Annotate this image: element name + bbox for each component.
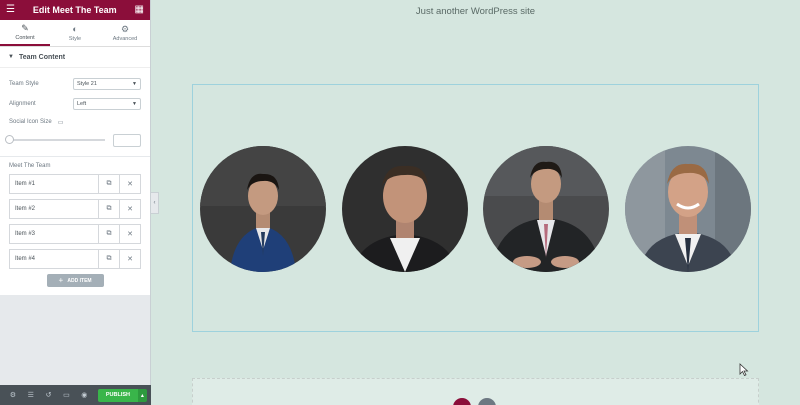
repeater-item-title[interactable]: Item #3 — [10, 225, 98, 243]
caret-up-icon: ▴ — [140, 392, 144, 399]
team-style-label: Team Style — [9, 81, 39, 87]
collapse-panel-button[interactable]: ‹ — [151, 192, 159, 214]
site-tagline: Just another WordPress site — [415, 6, 536, 17]
chevron-down-icon: ▼ — [132, 81, 137, 87]
plus-icon: ＋ — [58, 278, 64, 284]
settings-icon[interactable]: ⚙ — [4, 391, 22, 399]
history-icon[interactable]: ↺ — [40, 391, 58, 399]
duplicate-icon[interactable]: ⧉ — [98, 225, 119, 243]
team-controls: Team Style Style 21 ▼ Alignment Left ▼ S… — [0, 68, 150, 157]
tab-content[interactable]: ✎ Content — [0, 20, 50, 46]
section-title: Team Content — [18, 53, 66, 61]
alignment-select[interactable]: Left ▼ — [73, 98, 141, 110]
sidebar-header: ☰ Edit Meet The Team ▦ — [0, 0, 150, 20]
team-style-control: Team Style Style 21 ▼ — [9, 74, 141, 94]
pencil-icon: ✎ — [21, 22, 29, 33]
repeater-item-title[interactable]: Item #2 — [10, 200, 98, 218]
responsive-mode-icon[interactable]: ▭ — [58, 391, 76, 399]
alignment-control: Alignment Left ▼ — [9, 94, 141, 114]
social-icon-size-input[interactable] — [113, 133, 141, 147]
mouse-cursor-icon — [739, 363, 749, 376]
team-repeater: Meet The Team Item #1 ⧉ ✕ Item #2 ⧉ ✕ It… — [0, 157, 150, 295]
repeater-item[interactable]: Item #2 ⧉ ✕ — [9, 199, 141, 219]
caret-down-icon: ▼ — [8, 54, 14, 60]
add-item-label: ADD ITEM — [67, 277, 92, 284]
team-style-select[interactable]: Style 21 ▼ — [73, 78, 141, 90]
navigator-layers-icon[interactable]: ☰ — [22, 391, 40, 399]
alignment-value: Left — [77, 101, 87, 107]
tab-advanced[interactable]: ⚙ Advanced — [100, 20, 150, 46]
team-member-photo[interactable] — [342, 146, 468, 272]
social-icon-size-control: Social Icon Size ▭ — [9, 114, 141, 130]
gear-icon: ⚙ — [120, 23, 130, 34]
publish-options-button[interactable]: ▴ — [137, 388, 148, 402]
tab-advanced-label: Advanced — [112, 35, 138, 42]
tab-style-label: Style — [68, 35, 82, 42]
add-section-area[interactable] — [192, 378, 759, 405]
add-item-button[interactable]: ＋ ADD ITEM — [46, 274, 104, 287]
slider-handle[interactable] — [5, 135, 14, 144]
team-section[interactable] — [192, 84, 759, 332]
repeater-item-title[interactable]: Item #4 — [10, 250, 98, 268]
repeater-item-title[interactable]: Item #1 — [10, 175, 98, 193]
half-circle-icon: ◐ — [72, 23, 78, 34]
team-member-photo[interactable] — [625, 146, 751, 272]
sidebar-footer: ⚙ ☰ ↺ ▭ ◉ PUBLISH ▴ — [0, 385, 151, 405]
team-style-value: Style 21 — [77, 81, 97, 87]
team-member-photo[interactable] — [483, 146, 609, 272]
repeater-label: Meet The Team — [9, 163, 51, 169]
panel-tabs: ✎ Content ◐ Style ⚙ Advanced — [0, 20, 150, 47]
duplicate-icon[interactable]: ⧉ — [98, 250, 119, 268]
grid-apps-icon[interactable]: ▦ — [135, 5, 144, 15]
desktop-monitor-icon[interactable]: ▭ — [58, 119, 64, 126]
social-icon-size-slider-row — [5, 130, 141, 150]
sidebar-title: Edit Meet The Team — [32, 5, 117, 15]
close-icon[interactable]: ✕ — [119, 250, 140, 268]
repeater-item[interactable]: Item #4 ⧉ ✕ — [9, 249, 141, 269]
alignment-label: Alignment — [9, 101, 36, 107]
duplicate-icon[interactable]: ⧉ — [98, 200, 119, 218]
repeater-item[interactable]: Item #1 ⧉ ✕ — [9, 174, 141, 194]
editor-sidebar: ☰ Edit Meet The Team ▦ ✎ Content ◐ Style… — [0, 0, 151, 405]
publish-label: PUBLISH — [105, 392, 130, 398]
social-icon-size-slider[interactable] — [5, 135, 105, 144]
duplicate-icon[interactable]: ⧉ — [98, 175, 119, 193]
chevron-down-icon: ▼ — [132, 101, 137, 107]
close-icon[interactable]: ✕ — [119, 175, 140, 193]
section-toggle-team-content[interactable]: ▼ Team Content — [0, 47, 150, 68]
close-icon[interactable]: ✕ — [119, 200, 140, 218]
publish-button[interactable]: PUBLISH — [98, 388, 138, 402]
repeater-item[interactable]: Item #3 ⧉ ✕ — [9, 224, 141, 244]
close-icon[interactable]: ✕ — [119, 225, 140, 243]
team-member-photo[interactable] — [200, 146, 326, 272]
tab-style[interactable]: ◐ Style — [50, 20, 100, 46]
controls-panel: ▼ Team Content Team Style Style 21 ▼ Ali… — [0, 47, 150, 295]
social-icon-size-label: Social Icon Size — [9, 119, 52, 125]
hamburger-menu-icon[interactable]: ☰ — [6, 5, 15, 15]
tab-content-label: Content — [15, 34, 35, 41]
preview-eye-icon[interactable]: ◉ — [75, 391, 93, 399]
chevron-left-icon: ‹ — [153, 200, 156, 206]
